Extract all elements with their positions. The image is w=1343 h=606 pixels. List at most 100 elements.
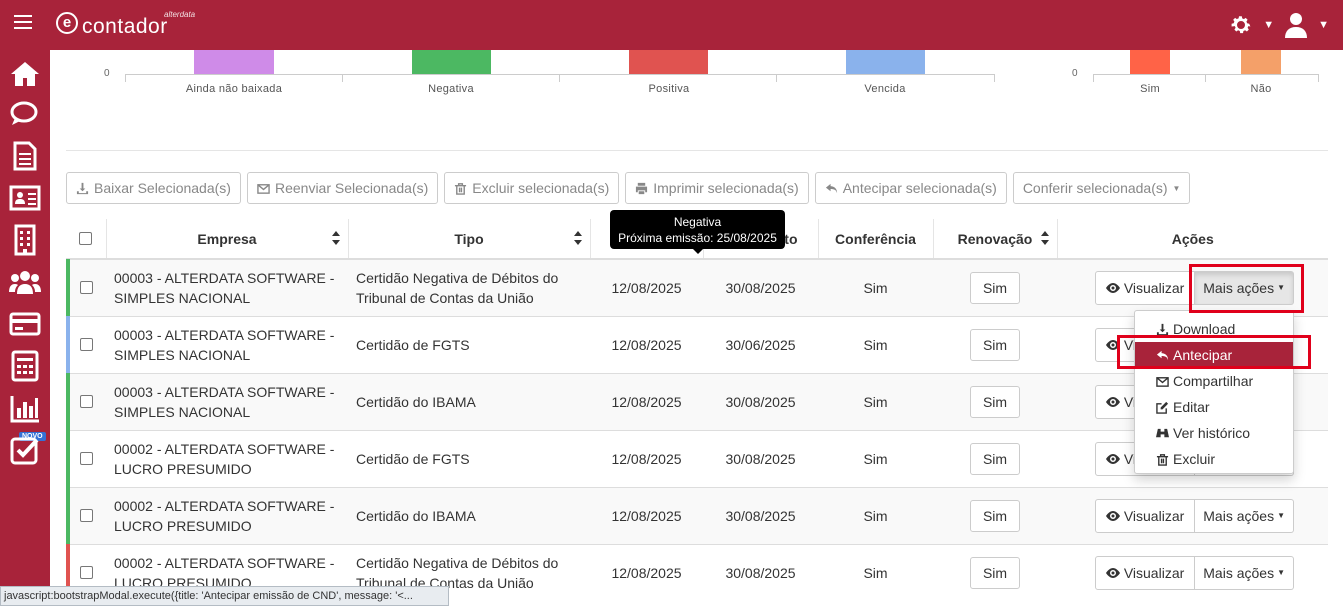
emissao-cell: 12/08/2025 <box>590 543 703 601</box>
delete-selected-button[interactable]: Excluir selecionada(s) <box>444 172 620 204</box>
mais-acoes-button[interactable]: Mais ações▼ <box>1195 555 1294 590</box>
user-caret-icon[interactable]: ▼ <box>1318 19 1329 31</box>
empresa-line: SIMPLES NACIONAL <box>114 289 251 306</box>
sort-icon[interactable] <box>573 231 582 245</box>
bar-chart-icon[interactable] <box>9 392 41 424</box>
row-select-cell <box>66 315 106 373</box>
header-label: to <box>784 230 798 247</box>
renovacao-cell: Sim <box>933 258 1057 316</box>
menu-item-compartilhar[interactable]: Compartilhar <box>1135 368 1293 394</box>
empresa-line: 00003 - ALTERDATA SOFTWARE - <box>114 269 335 286</box>
id-card-icon[interactable] <box>9 182 41 214</box>
document-icon[interactable] <box>9 140 41 172</box>
select-all-checkbox[interactable] <box>79 232 93 245</box>
select-all-header <box>66 219 106 260</box>
menu-item-label: Download <box>1173 321 1236 337</box>
row-select-cell <box>66 429 106 487</box>
mais-acoes-button[interactable]: Mais ações▼ <box>1195 270 1294 305</box>
calculator-icon[interactable] <box>9 350 41 382</box>
conferencia-cell: Sim <box>818 372 933 430</box>
chart-bar-ainda-nao-baixada <box>194 50 274 74</box>
chart-label: Não <box>1250 83 1272 95</box>
renovacao-button[interactable]: Sim <box>970 442 1020 475</box>
eye-icon <box>1105 396 1120 407</box>
chart-bar-positiva <box>629 50 708 74</box>
row-checkbox[interactable] <box>79 395 93 408</box>
menu-item-download[interactable]: Download <box>1135 316 1293 342</box>
resend-selected-button[interactable]: Reenviar Selecionada(s) <box>246 172 439 204</box>
credit-card-icon[interactable] <box>9 308 41 340</box>
renovacao-button[interactable]: Sim <box>970 271 1020 304</box>
anticipate-selected-button[interactable]: Antecipar selecionada(s) <box>814 172 1007 204</box>
renovacao-button[interactable]: Sim <box>970 328 1020 361</box>
renovacao-button[interactable]: Sim <box>970 556 1020 589</box>
tooltip-title: Negativa <box>673 215 722 229</box>
menu-item-label: Ver histórico <box>1173 425 1251 441</box>
envelope-icon <box>257 183 270 194</box>
header-label: Conferência <box>835 230 916 247</box>
menu-icon[interactable] <box>14 15 32 29</box>
row-checkbox[interactable] <box>79 509 93 522</box>
building-icon[interactable] <box>9 224 41 256</box>
print-selected-button[interactable]: Imprimir selecionada(s) <box>625 172 809 204</box>
button-label: Baixar Selecionada(s) <box>94 180 231 196</box>
row-checkbox[interactable] <box>79 281 93 295</box>
download-selected-button[interactable]: Baixar Selecionada(s) <box>66 172 241 204</box>
axis-tick <box>994 74 995 82</box>
column-header-conferencia[interactable]: Conferência <box>817 219 933 260</box>
row-checkbox[interactable] <box>79 566 93 580</box>
row-checkbox[interactable] <box>79 338 93 351</box>
menu-item-editar[interactable]: Editar <box>1135 394 1293 420</box>
renovacao-button[interactable]: Sim <box>970 499 1020 532</box>
conferencia-cell: Sim <box>818 486 933 544</box>
column-header-renovacao[interactable]: Renovação <box>932 219 1057 260</box>
tipo-line: Certidão Negativa de Débitos do <box>356 554 559 571</box>
eye-icon <box>1105 282 1120 293</box>
caret-down-icon: ▼ <box>1277 568 1285 578</box>
vencimento-cell: 30/08/2025 <box>703 543 818 601</box>
menu-item-antecipar[interactable]: Antecipar <box>1135 342 1293 368</box>
users-icon[interactable] <box>9 266 41 298</box>
chart-bar-sim <box>1130 50 1170 74</box>
tipo-line: Tribunal de Contas da União <box>356 289 534 306</box>
menu-item-ver-historico[interactable]: Ver histórico <box>1135 420 1293 446</box>
menu-item-label: Compartilhar <box>1173 373 1254 389</box>
caret-down-icon: ▼ <box>1277 511 1285 520</box>
button-label: Antecipar selecionada(s) <box>842 180 997 196</box>
confer-selected-button[interactable]: Conferir selecionada(s) ▼ <box>1012 172 1191 204</box>
checklist-icon[interactable] <box>9 434 41 466</box>
chat-icon[interactable] <box>9 98 41 130</box>
gear-icon[interactable] <box>1229 13 1253 37</box>
sort-icon[interactable] <box>331 231 340 245</box>
acoes-cell: Visualizar Mais ações▼ <box>1057 543 1328 601</box>
home-icon[interactable] <box>9 58 41 90</box>
header-label: Ações <box>1171 230 1214 247</box>
empresa-line: LUCRO PRESUMIDO <box>114 517 252 534</box>
user-icon[interactable] <box>1284 12 1308 38</box>
emissao-cell: 12/08/2025 <box>590 315 703 373</box>
sort-icon[interactable] <box>1040 231 1049 245</box>
visualizar-button[interactable]: Visualizar <box>1094 270 1196 305</box>
renovacao-button[interactable]: Sim <box>970 385 1020 418</box>
visualizar-button[interactable]: Visualizar <box>1094 555 1196 590</box>
row-checkbox[interactable] <box>79 452 93 465</box>
chart-label: Vencida <box>864 83 906 95</box>
tipo-cell: Certidão de FGTS <box>348 315 590 373</box>
settings-caret-icon[interactable]: ▼ <box>1263 19 1274 31</box>
menu-item-excluir[interactable]: Excluir <box>1135 446 1293 472</box>
status-indicator <box>66 259 70 316</box>
column-header-acoes: Ações <box>1056 219 1328 260</box>
row-select-cell <box>66 486 106 544</box>
empresa-line: 00002 - ALTERDATA SOFTWARE - <box>114 440 335 457</box>
mais-acoes-button[interactable]: Mais ações▼ <box>1195 498 1294 533</box>
column-header-empresa[interactable]: Empresa <box>105 219 348 260</box>
eye-icon <box>1105 339 1120 350</box>
row-select-cell <box>66 258 106 316</box>
header-label: Tipo <box>454 230 484 247</box>
visualizar-button[interactable]: Visualizar <box>1094 498 1196 533</box>
tooltip-arrow <box>693 249 703 254</box>
chart-label: Positiva <box>648 83 690 95</box>
download-icon <box>76 182 89 194</box>
column-header-tipo[interactable]: Tipo <box>347 219 590 260</box>
vencimento-cell: 30/08/2025 <box>703 486 818 544</box>
